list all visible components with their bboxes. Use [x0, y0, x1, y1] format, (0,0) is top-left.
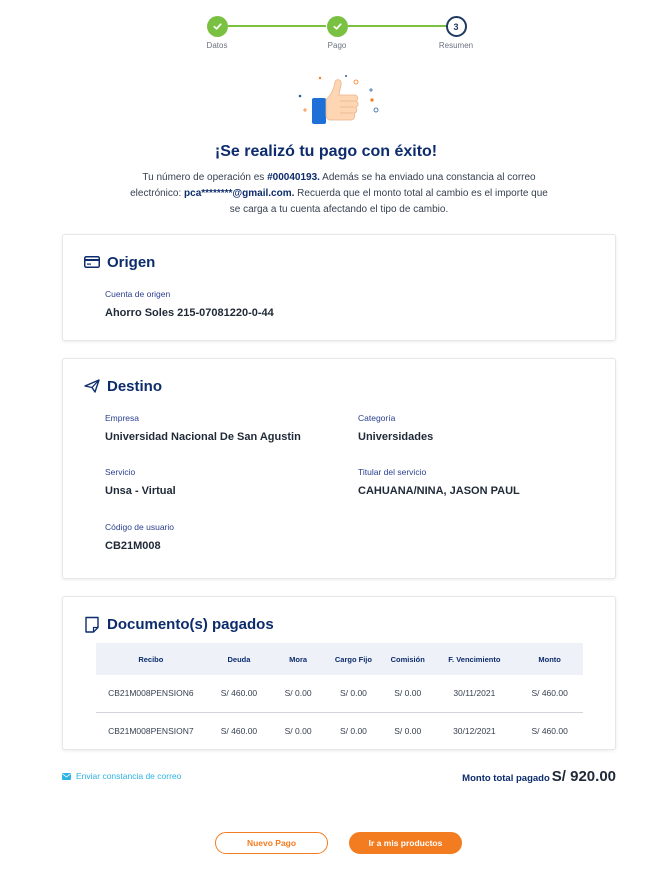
- table-cell: S/ 0.00: [323, 712, 383, 749]
- mail-icon: [62, 772, 71, 780]
- table-row: CB21M008PENSION6 S/ 460.00 S/ 0.00 S/ 0.…: [96, 675, 583, 713]
- total-value: S/ 920.00: [551, 768, 616, 785]
- card-icon: [83, 253, 101, 271]
- table-cell: 30/11/2021: [432, 675, 517, 713]
- step-number: 3: [445, 16, 467, 37]
- table-cell: S/ 0.00: [323, 675, 383, 713]
- empresa-label: Empresa: [105, 413, 140, 423]
- empresa-field: Empresa Universidad Nacional De San Agus…: [105, 413, 301, 443]
- total-paid: Monto total pagado S/ 920.00: [462, 768, 616, 785]
- success-title: ¡Se realizó tu pago con éxito!: [214, 143, 438, 160]
- column-header: Mora: [289, 654, 308, 664]
- account-label: Cuenta de origen: [105, 289, 171, 299]
- step-label: Pago: [327, 41, 347, 50]
- table-cell: S/ 0.00: [272, 675, 324, 713]
- operation-number: #00040193.: [267, 172, 320, 183]
- account-value: Ahorro Soles 215-07081220-0-44: [105, 307, 274, 319]
- titular-field: Titular del servicio CAHUANA/NINA, JASON…: [358, 467, 520, 497]
- step-label: Datos: [206, 41, 228, 50]
- send-receipt-label: Enviar constancia de correo: [76, 771, 182, 781]
- paper-plane-icon: [83, 377, 101, 395]
- send-receipt-link[interactable]: Enviar constancia de correo: [62, 771, 181, 781]
- column-header: Deuda: [227, 654, 251, 664]
- step-datos: Datos: [182, 16, 252, 50]
- table-cell: S/ 0.00: [272, 712, 324, 749]
- origen-title: Origen: [83, 253, 155, 271]
- servicio-field: Servicio Unsa - Virtual: [105, 467, 176, 497]
- new-payment-button[interactable]: Nuevo Pago: [215, 832, 328, 854]
- table-cell: S/ 0.00: [383, 675, 433, 713]
- table-row: CB21M008PENSION7 S/ 460.00 S/ 0.00 S/ 0.…: [96, 712, 583, 749]
- servicio-value: Unsa - Virtual: [105, 485, 176, 497]
- documentos-title-text: Documento(s) pagados: [107, 615, 274, 633]
- destino-title: Destino: [83, 377, 162, 395]
- desc-text: Tu número de operación es: [142, 172, 268, 183]
- titular-label: Titular del servicio: [358, 467, 427, 477]
- check-icon: [326, 16, 348, 37]
- titular-value: CAHUANA/NINA, JASON PAUL: [358, 485, 520, 497]
- column-header: F. Vencimiento: [448, 654, 501, 664]
- column-header: Comisión: [390, 654, 425, 664]
- origen-card: Origen Cuenta de origen Ahorro Soles 215…: [62, 234, 616, 341]
- check-icon: [206, 16, 228, 37]
- table-cell: S/ 460.00: [205, 712, 273, 749]
- categoria-field: Categoría Universidades: [358, 413, 433, 443]
- column-header: Cargo Fijo: [334, 654, 372, 664]
- masked-email: pca********@gmail.com.: [184, 188, 295, 199]
- documentos-title: Documento(s) pagados: [83, 615, 274, 633]
- categoria-value: Universidades: [358, 431, 434, 443]
- table-cell: CB21M008PENSION6: [96, 675, 206, 713]
- table-cell: S/ 460.00: [205, 675, 273, 713]
- table-cell: S/ 0.00: [383, 712, 433, 749]
- table-cell: 30/12/2021: [432, 712, 517, 749]
- servicio-label: Servicio: [105, 467, 136, 477]
- step-pago: Pago: [302, 16, 372, 50]
- step-resumen: 3 Resumen: [421, 16, 491, 50]
- column-header: Monto: [538, 654, 561, 664]
- column-header: Recibo: [138, 654, 164, 664]
- table-cell: S/ 460.00: [516, 675, 583, 713]
- documentos-card: Documento(s) pagados Recibo Deuda Mora C…: [62, 596, 616, 750]
- progress-stepper: Datos Pago 3 Resumen: [0, 14, 652, 56]
- destino-card: Destino Empresa Universidad Nacional De …: [62, 358, 616, 579]
- destino-title-text: Destino: [107, 377, 163, 395]
- categoria-label: Categoría: [358, 413, 396, 423]
- documentos-table: Recibo Deuda Mora Cargo Fijo Comisión F.…: [96, 643, 583, 749]
- account-field: Cuenta de origen Ahorro Soles 215-070812…: [105, 289, 274, 319]
- table-cell: S/ 460.00: [516, 712, 583, 749]
- total-label: Monto total pagado: [462, 773, 550, 784]
- codigo-label: Código de usuario: [105, 522, 174, 532]
- origen-title-text: Origen: [107, 253, 156, 271]
- step-label: Resumen: [438, 41, 474, 50]
- codigo-value: CB21M008: [105, 540, 161, 552]
- codigo-field: Código de usuario CB21M008: [105, 522, 174, 552]
- my-products-button[interactable]: Ir a mis productos: [349, 832, 462, 854]
- thumbs-up-icon: [296, 74, 382, 130]
- document-icon: [83, 615, 101, 633]
- table-cell: CB21M008PENSION7: [96, 712, 206, 749]
- table-header-row: Recibo Deuda Mora Cargo Fijo Comisión F.…: [96, 643, 583, 675]
- success-description: Tu número de operación es #00040193. Ade…: [126, 170, 552, 218]
- empresa-value: Universidad Nacional De San Agustin: [105, 431, 301, 443]
